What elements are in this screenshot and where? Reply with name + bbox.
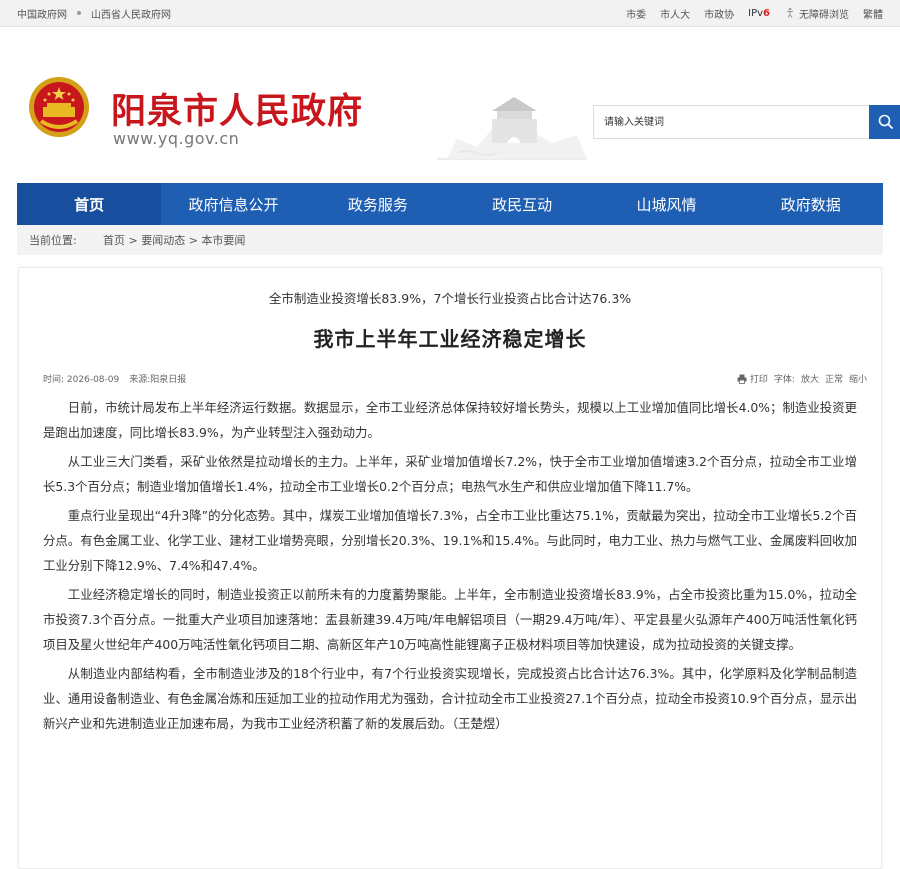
city-gate-illustration xyxy=(437,97,587,160)
main-nav: 首页 政府信息公开 政务服务 政民互动 山城风情 政府数据 xyxy=(17,183,883,225)
site-url: www.yq.gov.cn xyxy=(113,129,240,148)
article-paragraph: 从制造业内部结构看，全市制造业涉及的18个行业中，有7个行业投资实现增长，完成投… xyxy=(43,666,857,731)
link-shiwei[interactable]: 市委 xyxy=(626,6,646,21)
article-meta: 时间: 2026-08-09 来源:阳泉日报 打印 字体: 放大 正常 缩小 xyxy=(43,372,867,385)
font-size-label: 字体: xyxy=(773,375,795,385)
printer-icon xyxy=(737,374,747,384)
nav-gov-info[interactable]: 政府信息公开 xyxy=(161,183,305,225)
article: 全市制造业投资增长83.9%，7个增长行业投资占比合计达76.3% 我市上半年工… xyxy=(18,267,882,869)
accessibility-link[interactable]: 无障碍浏览 xyxy=(784,6,849,21)
article-paragraph: 日前，市统计局发布上半年经济运行数据。数据显示，全市工业经济总体保持较好增长势头… xyxy=(43,400,857,440)
separator-dot xyxy=(77,11,81,15)
top-bar: 中国政府网 山西省人民政府网 市委 市人大 市政协 IPv6 无障碍浏览 繁體 xyxy=(0,0,900,27)
link-shizhengxie[interactable]: 市政协 xyxy=(704,6,734,21)
national-emblem-icon xyxy=(29,77,89,137)
font-small-button[interactable]: 缩小 xyxy=(849,372,867,385)
link-shanxi-gov[interactable]: 山西省人民政府网 xyxy=(91,6,171,21)
article-title: 我市上半年工业经济稳定增长 xyxy=(313,327,587,351)
font-normal-button[interactable]: 正常 xyxy=(825,372,843,385)
search-icon xyxy=(878,114,894,130)
link-gov-cn[interactable]: 中国政府网 xyxy=(17,6,67,21)
article-subtitle: 全市制造业投资增长83.9%，7个增长行业投资占比合计达76.3% xyxy=(268,291,632,306)
breadcrumb-label: 当前位置: xyxy=(29,234,77,247)
nav-city-scenery[interactable]: 山城风情 xyxy=(594,183,738,225)
article-source: 来源:阳泉日报 xyxy=(129,375,187,385)
site-title: 阳泉市人民政府 xyxy=(111,91,364,132)
nav-home[interactable]: 首页 xyxy=(17,183,162,225)
accessibility-icon xyxy=(787,7,793,18)
article-body: 日前，市统计局发布上半年经济运行数据。数据显示，全市工业经济总体保持较好增长势头… xyxy=(19,385,881,736)
search-input[interactable] xyxy=(593,105,869,139)
font-large-button[interactable]: 放大 xyxy=(801,372,819,385)
nav-interaction[interactable]: 政民互动 xyxy=(450,183,594,225)
article-paragraph: 重点行业呈现出“4升3降”的分化态势。其中，煤炭工业增加值增长7.3%，占全市工… xyxy=(43,508,857,573)
article-paragraph: 工业经济稳定增长的同时，制造业投资正以前所未有的力度蓄势聚能。上半年，全市制造业… xyxy=(43,587,857,652)
traditional-chinese-link[interactable]: 繁體 xyxy=(863,6,883,21)
ipv6-badge: IPv6 xyxy=(748,7,770,19)
print-button[interactable]: 打印 xyxy=(737,372,768,385)
publish-time: 时间: 2026-08-09 xyxy=(43,375,120,385)
nav-gov-data[interactable]: 政府数据 xyxy=(739,183,883,225)
article-paragraph: 从工业三大门类看，采矿业依然是拉动增长的主力。上半年，采矿业增加值增长7.2%，… xyxy=(43,454,857,494)
nav-gov-service[interactable]: 政务服务 xyxy=(306,183,450,225)
site-header: 阳泉市人民政府 www.yq.gov.cn xyxy=(17,27,900,160)
breadcrumb-path[interactable]: 首页 > 要闻动态 > 本市要闻 xyxy=(103,232,245,248)
search-button[interactable] xyxy=(869,105,900,139)
link-shirenda[interactable]: 市人大 xyxy=(660,6,690,21)
search-box xyxy=(593,105,900,139)
breadcrumb: 当前位置: 首页 > 要闻动态 > 本市要闻 xyxy=(17,225,883,255)
